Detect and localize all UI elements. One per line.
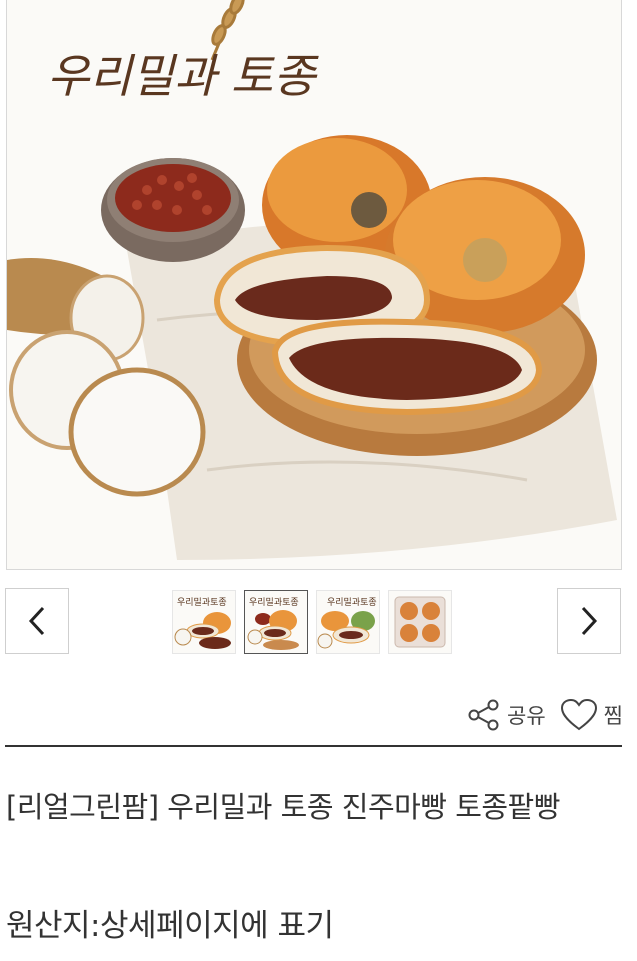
product-origin: 원산지:상세페이지에 표기 [6, 908, 334, 944]
svg-text:우리밀과토종: 우리밀과토종 [327, 596, 377, 608]
svg-text:우리밀과토종: 우리밀과토종 [249, 596, 299, 608]
wish-button[interactable]: 찜 [560, 698, 623, 732]
thumbnail-3[interactable]: 우리밀과토종 [316, 590, 380, 654]
thumbnail-1[interactable]: 우리밀과토종 [172, 590, 236, 654]
share-button[interactable]: 공유 [467, 698, 546, 732]
thumbnail-image: 우리밀과토종 [317, 596, 377, 649]
heart-icon [560, 698, 597, 731]
gallery-next-button[interactable] [557, 588, 621, 654]
product-title: [리얼그린팜] 우리밀과 토종 진주마빵 토종팥빵 [6, 790, 560, 824]
section-divider [5, 745, 622, 747]
thumbnail-list: 우리밀과토종 우리밀과토종 우리밀과토종 [172, 590, 452, 654]
gallery-thumbnail-bar: 우리밀과토종 우리밀과토종 우리밀과토종 [0, 586, 637, 658]
thumbnail-image: 우리밀과토종 [247, 596, 299, 650]
thumbnail-image: 우리밀과토종 [174, 596, 231, 649]
thumbnail-image [394, 596, 446, 648]
svg-text:우리밀과토종: 우리밀과토종 [177, 596, 227, 608]
gallery-prev-button[interactable] [5, 588, 69, 654]
hero-logo-text: 우리밀과 토종 [47, 49, 319, 103]
share-label: 공유 [507, 704, 546, 728]
thumbnail-4[interactable] [388, 590, 452, 654]
chevron-right-icon [581, 606, 598, 636]
thumbnail-2[interactable]: 우리밀과토종 [244, 590, 308, 654]
product-actions: 공유 찜 [467, 698, 623, 732]
chevron-left-icon [28, 606, 45, 636]
product-illustration: 우리밀과 토종 [7, 0, 617, 560]
product-main-image[interactable]: 우리밀과 토종 [6, 0, 622, 570]
wish-label: 찜 [603, 704, 623, 728]
share-icon [468, 699, 499, 731]
